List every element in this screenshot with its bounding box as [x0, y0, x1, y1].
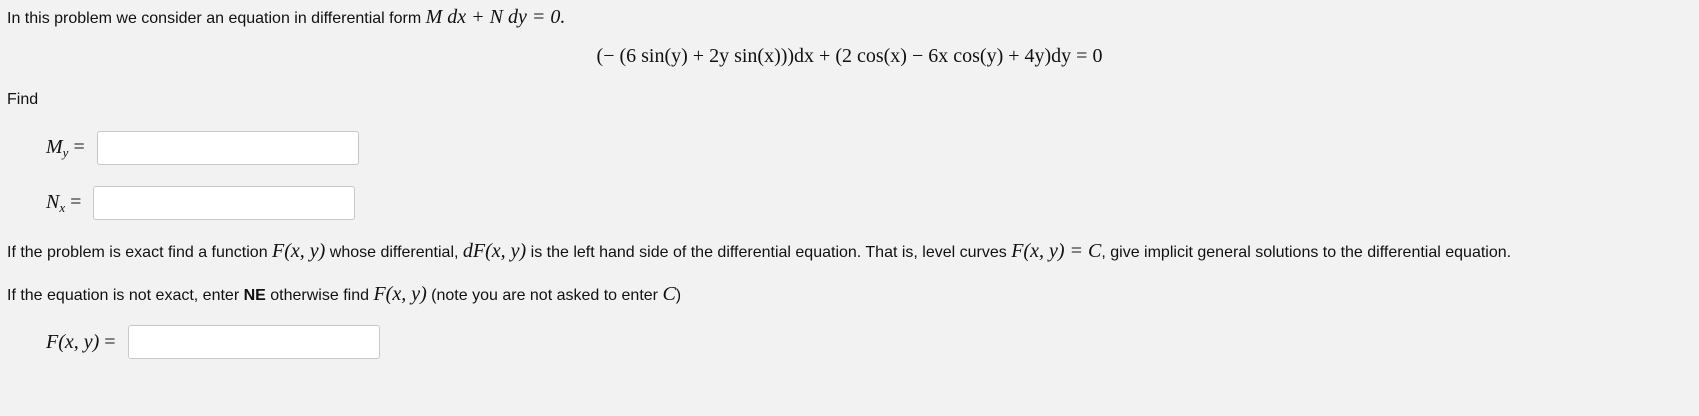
my-label: My = [46, 135, 85, 160]
f-label: F(x, y) = [46, 330, 116, 353]
exact-math-df: dF(x, y) [462, 240, 527, 262]
intro-text-body: In this problem we consider an equation … [7, 10, 426, 27]
nx-answer-input[interactable] [93, 186, 356, 220]
ne-keyword: NE [243, 287, 266, 304]
differential-equation: (− (6 sin(y) + 2y sin(x)))dx + (2 cos(x)… [596, 45, 1103, 67]
not-exact-math-f: F(x, y) [373, 283, 427, 305]
nx-label: Nx = [46, 190, 82, 215]
find-label: Find [7, 91, 39, 108]
my-answer-row: My = [46, 131, 359, 165]
exact-math-level-curve: F(x, y) = C [1011, 240, 1102, 262]
intro-text: In this problem we consider an equation … [7, 6, 565, 29]
nx-answer-row: Nx = [46, 186, 356, 220]
not-exact-instructions: If the equation is not exact, enter NE o… [7, 283, 682, 305]
not-exact-math-c: C [662, 283, 676, 305]
f-answer-row: F(x, y) = [46, 325, 380, 359]
exact-math-f: F(x, y) [272, 240, 326, 262]
f-answer-input[interactable] [127, 325, 380, 359]
my-answer-input[interactable] [96, 131, 359, 165]
intro-math: M dx + N dy = 0. [425, 6, 566, 28]
exact-instructions: If the problem is exact find a function … [7, 240, 1512, 262]
